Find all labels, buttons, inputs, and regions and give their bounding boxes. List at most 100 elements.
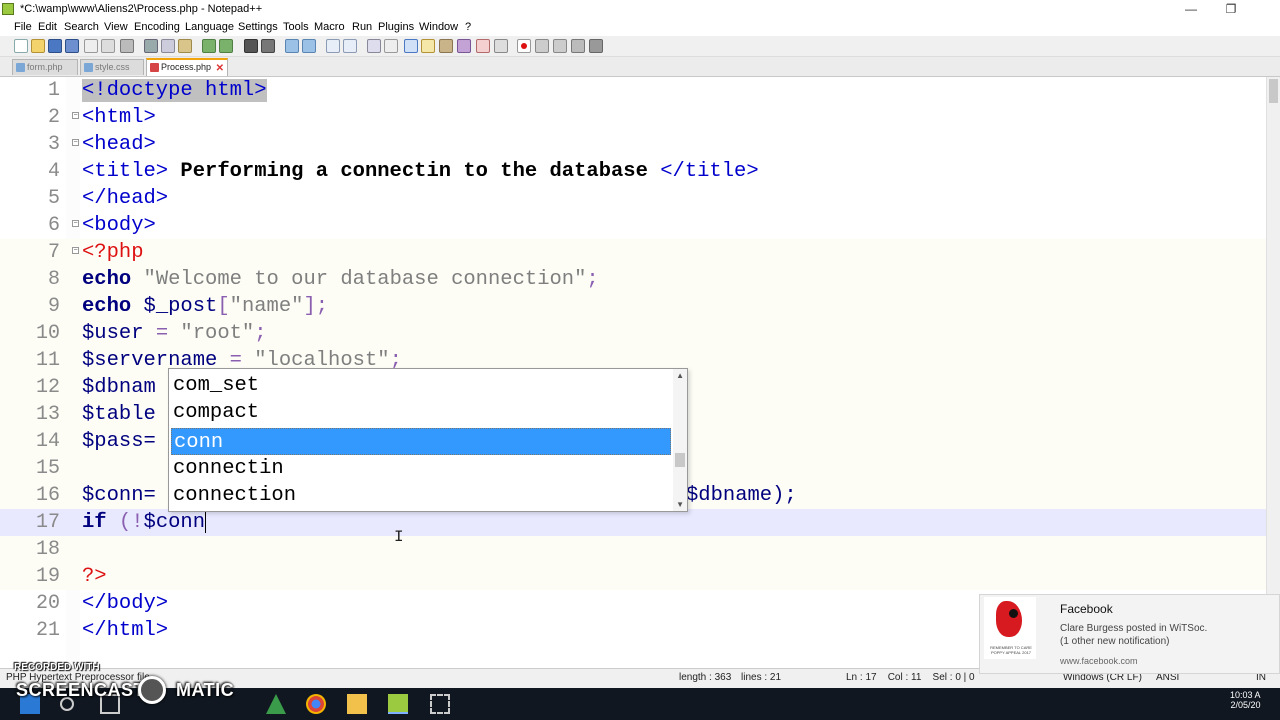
close-all-icon[interactable] [101,39,115,53]
function-list-icon[interactable] [457,39,471,53]
folder-as-workspace-icon[interactable] [476,39,490,53]
new-file-icon[interactable] [14,39,28,53]
menu-window[interactable]: Window [419,21,458,33]
menu-settings[interactable]: Settings [238,21,278,33]
code-line: 6 − <body> [0,212,1266,239]
save-all-icon[interactable] [65,39,79,53]
tab-process-php[interactable]: Process.php ✕ [146,58,228,76]
menu-view[interactable]: View [104,21,128,33]
run-macro-multiple-icon[interactable] [571,39,585,53]
code-line: 5 </head> [0,185,1266,212]
sync-vertical-icon[interactable] [326,39,340,53]
save-macro-icon[interactable] [589,39,603,53]
menu-tools[interactable]: Tools [283,21,309,33]
modified-file-icon [150,63,159,72]
scrollbar-thumb[interactable] [1269,79,1278,103]
replace-icon[interactable] [261,39,275,53]
record-macro-icon[interactable] [517,39,531,53]
menu-edit[interactable]: Edit [38,21,57,33]
maximize-button[interactable]: ❐ [1208,0,1254,20]
autocomplete-item[interactable]: connection [171,482,673,509]
monitoring-icon[interactable] [494,39,508,53]
snipping-tool-icon[interactable] [430,694,450,714]
copy-icon[interactable] [161,39,175,53]
playback-macro-icon[interactable] [553,39,567,53]
menu-language[interactable]: Language [185,21,234,33]
stop-recording-icon[interactable] [535,39,549,53]
vertical-scrollbar[interactable] [1266,77,1280,667]
variable: $_post [143,295,218,318]
keyword: echo [82,268,132,291]
code-text: echo $_post["name"]; [82,293,328,320]
close-tab-icon[interactable]: ✕ [216,61,224,76]
fold-toggle-icon[interactable]: − [72,112,79,119]
code-text: </body> [82,592,169,615]
zoom-out-icon[interactable] [302,39,316,53]
undo-icon[interactable] [202,39,216,53]
find-icon[interactable] [244,39,258,53]
code-text: </html> [82,619,169,642]
autocomplete-item[interactable]: com_set [171,372,673,399]
notification-toast[interactable]: REMEMBER TO CARE POPPY APPEAL 2017 Faceb… [979,594,1280,674]
autocomplete-item[interactable]: compact [171,399,673,426]
code-text: echo "Welcome to our database connection… [82,266,599,293]
fold-toggle-icon[interactable]: − [72,247,79,254]
menu-search[interactable]: Search [64,21,99,33]
scrollbar-thumb[interactable] [675,453,685,467]
keyword: echo [82,295,132,318]
notification-line-2: (1 other new notification) [1060,636,1170,647]
code-text: $dbname); [686,484,797,507]
code-line: 3 − <head> [0,131,1266,158]
menu-run[interactable]: Run [352,21,372,33]
zoom-in-icon[interactable] [285,39,299,53]
file-explorer-icon[interactable] [347,694,367,714]
show-all-characters-icon[interactable] [384,39,398,53]
autocomplete-item-selected[interactable]: conn [171,428,671,455]
operator: ; [586,268,599,291]
close-file-icon[interactable] [84,39,98,53]
tab-style-css[interactable]: style.css [80,59,144,75]
save-icon[interactable] [48,39,62,53]
print-icon[interactable] [120,39,134,53]
code-line: 19 ?> [0,563,1266,590]
tab-form-php[interactable]: form.php [12,59,78,75]
redo-icon[interactable] [219,39,233,53]
menu-help[interactable]: ? [465,21,471,33]
sync-horizontal-icon[interactable] [343,39,357,53]
autocomplete-scrollbar[interactable]: ▲ ▼ [673,369,687,511]
text-caret [205,510,207,533]
title-open-tag: <title> [82,160,169,183]
chrome-icon[interactable] [306,694,326,714]
clock-time: 10:03 A [1230,690,1261,700]
user-defined-language-icon[interactable] [421,39,435,53]
notification-source: www.facebook.com [1060,656,1138,666]
code-text: $pass= [82,430,156,453]
ibeam-cursor-icon: I [394,528,404,546]
scroll-down-icon[interactable]: ▼ [676,500,684,509]
autocomplete-item[interactable]: connectin [171,455,673,482]
cut-icon[interactable] [144,39,158,53]
system-clock[interactable]: 10:03 A 2/05/20 [1230,690,1261,710]
paste-icon[interactable] [178,39,192,53]
autocomplete-popup[interactable]: com_set compact conn connectin connectio… [168,368,688,512]
scroll-up-icon[interactable]: ▲ [676,371,684,380]
line-number: 19 [35,565,60,588]
menu-file[interactable]: File [14,21,32,33]
fold-toggle-icon[interactable]: − [72,139,79,146]
menu-macro[interactable]: Macro [314,21,345,33]
menu-encoding[interactable]: Encoding [134,21,180,33]
word-wrap-icon[interactable] [367,39,381,53]
notepad-plus-plus-taskbar-icon[interactable] [388,694,408,714]
code-line: 2 − <html> [0,104,1266,131]
file-icon [84,63,93,72]
code-text: if (!$conn [82,509,207,536]
code-text: <head> [82,133,156,156]
open-file-icon[interactable] [31,39,45,53]
code-text: <html> [82,106,156,129]
menu-plugins[interactable]: Plugins [378,21,414,33]
title-bar: *C:\wamp\www\Aliens2\Process.php - Notep… [0,0,1280,20]
indent-guide-icon[interactable] [404,39,418,53]
status-position: Ln : 17 Col : 11 Sel : 0 | 0 [846,672,975,683]
document-map-icon[interactable] [439,39,453,53]
fold-toggle-icon[interactable]: − [72,220,79,227]
